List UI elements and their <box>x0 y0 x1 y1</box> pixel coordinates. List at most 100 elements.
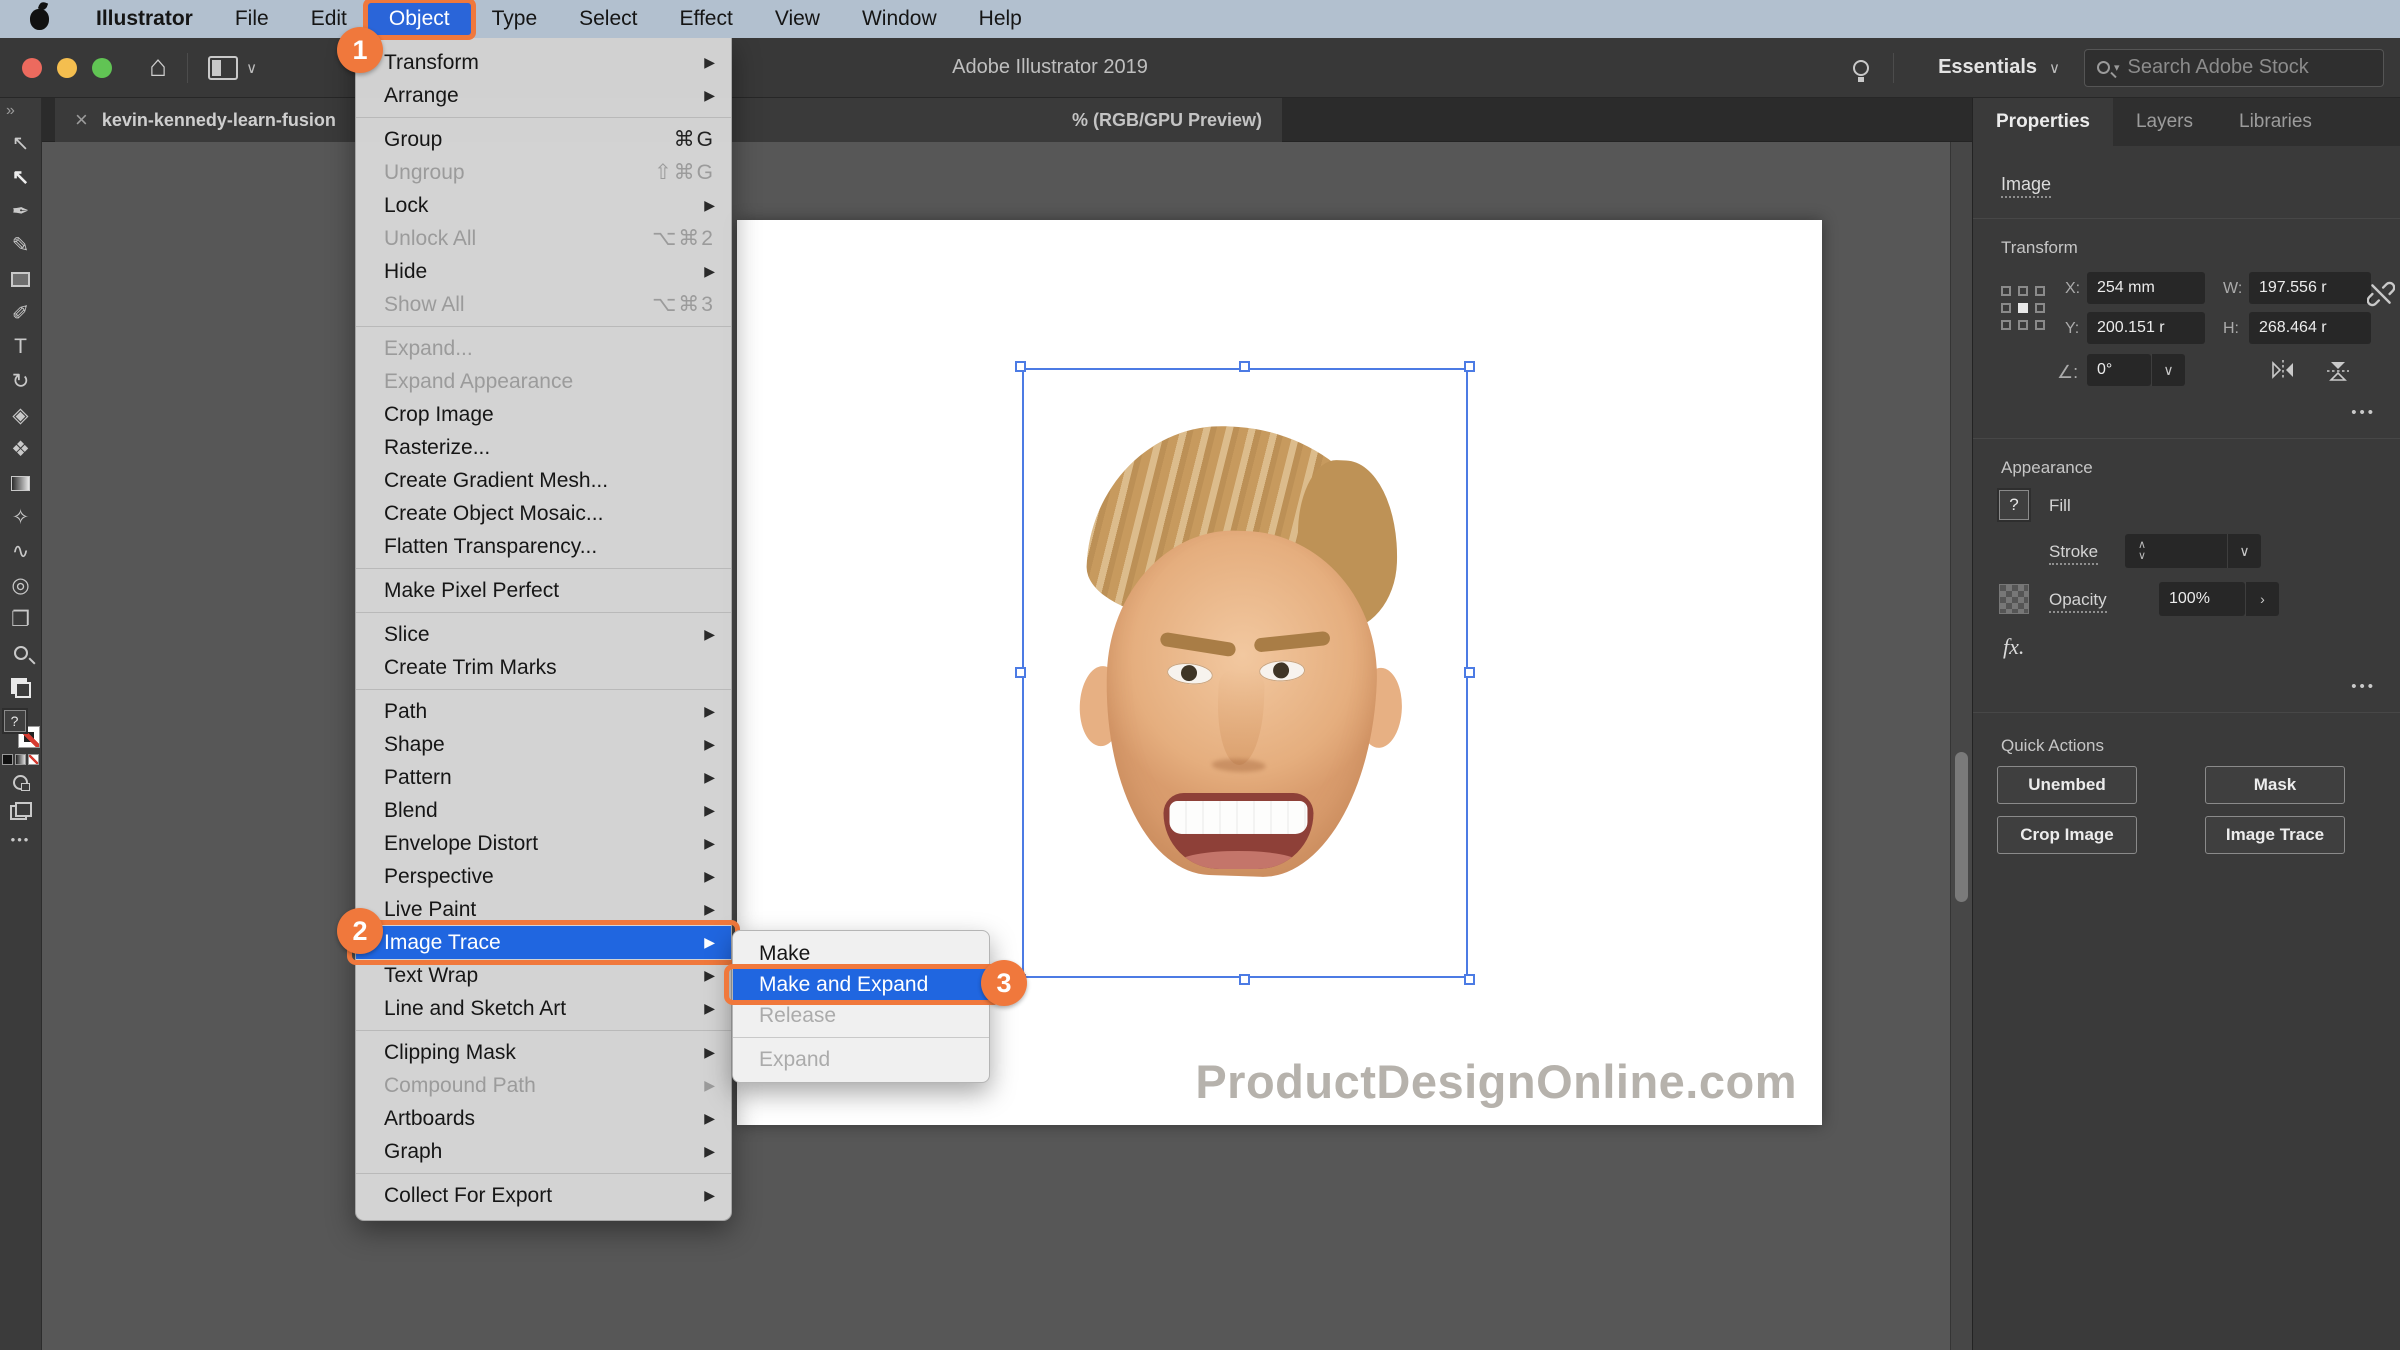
selection-handle-s[interactable] <box>1239 974 1250 985</box>
menu-illustrator[interactable]: Illustrator <box>75 3 214 35</box>
menu-item-pattern[interactable]: Pattern▶ <box>356 761 731 794</box>
menu-type[interactable]: Type <box>471 3 559 35</box>
apple-logo-icon[interactable] <box>30 9 49 30</box>
appearance-more-options[interactable]: ••• <box>2351 678 2376 695</box>
menu-item-collect-for-export[interactable]: Collect For Export▶ <box>356 1179 731 1212</box>
more-tools-icon[interactable]: ••• <box>11 832 31 847</box>
adobe-stock-search[interactable]: ▾ Search Adobe Stock <box>2084 49 2384 87</box>
collapse-panel-icon[interactable]: » <box>6 102 15 120</box>
opacity-options-button[interactable]: › <box>2245 582 2279 616</box>
menu-item-create-trim-marks[interactable]: Create Trim Marks <box>356 651 731 684</box>
menu-item-text-wrap[interactable]: Text Wrap▶ <box>356 959 731 992</box>
type-tool[interactable]: T <box>0 330 41 364</box>
menu-item-blend[interactable]: Blend▶ <box>356 794 731 827</box>
y-field[interactable]: 200.151 r <box>2087 312 2205 344</box>
chevron-down-icon[interactable]: ∨ <box>2049 59 2060 77</box>
canvas[interactable]: ProductDesignOnline.com <box>42 142 1950 1350</box>
selection-handle-ne[interactable] <box>1464 361 1475 372</box>
menu-item-make-pixel-perfect[interactable]: Make Pixel Perfect <box>356 574 731 607</box>
workspace-switcher[interactable]: Essentials <box>1938 56 2037 79</box>
selection-handle-n[interactable] <box>1239 361 1250 372</box>
fill-swatch[interactable]: ? <box>1999 490 2029 520</box>
menu-effect[interactable]: Effect <box>659 3 754 35</box>
stroke-weight-stepper[interactable]: ∧ ∨ <box>2125 534 2159 568</box>
zoom-tool[interactable] <box>0 636 41 670</box>
selection-handle-nw[interactable] <box>1015 361 1026 372</box>
menu-item-create-object-mosaic[interactable]: Create Object Mosaic... <box>356 497 731 530</box>
rectangle-tool[interactable] <box>0 262 41 296</box>
image-trace-button[interactable]: Image Trace <box>2205 816 2345 854</box>
mask-button[interactable]: Mask <box>2205 766 2345 804</box>
selection-handle-w[interactable] <box>1015 667 1026 678</box>
tab-libraries[interactable]: Libraries <box>2216 98 2335 146</box>
menu-item-artboards[interactable]: Artboards▶ <box>356 1102 731 1135</box>
opacity-field[interactable]: 100% <box>2159 582 2245 616</box>
menu-item-line-and-sketch-art[interactable]: Line and Sketch Art▶ <box>356 992 731 1025</box>
menu-item-group[interactable]: Group⌘G <box>356 123 731 156</box>
fill-stroke-indicator[interactable]: ? <box>4 710 38 744</box>
selection-handle-se[interactable] <box>1464 974 1475 985</box>
selection-handle-e[interactable] <box>1464 667 1475 678</box>
selection-tool[interactable]: ↖ <box>0 126 41 160</box>
canvas-vertical-scrollbar[interactable] <box>1950 142 1972 1350</box>
menu-object[interactable]: Object <box>368 3 471 35</box>
stroke-label[interactable]: Stroke <box>2049 542 2098 562</box>
menu-item-image-trace[interactable]: Image Trace▶ <box>356 926 731 959</box>
curvature-tool[interactable]: ✎ <box>0 228 41 262</box>
menu-view[interactable]: View <box>754 3 841 35</box>
rotation-dropdown[interactable]: ∨ <box>2151 354 2185 386</box>
zoom-window-button[interactable] <box>92 58 112 78</box>
menu-window[interactable]: Window <box>841 3 958 35</box>
screen-mode-button[interactable] <box>10 802 32 818</box>
workspace-layout-icon[interactable] <box>208 56 238 80</box>
effects-fx-button[interactable]: fx. <box>2003 634 2024 660</box>
draw-mode-button[interactable] <box>13 775 28 790</box>
menu-item-hide[interactable]: Hide▶ <box>356 255 731 288</box>
artboard-tool[interactable]: ❐ <box>0 602 41 636</box>
paintbrush-tool[interactable]: ✐ <box>0 296 41 330</box>
menu-item-live-paint[interactable]: Live Paint▶ <box>356 893 731 926</box>
menu-item-envelope-distort[interactable]: Envelope Distort▶ <box>356 827 731 860</box>
crop-image-button[interactable]: Crop Image <box>1997 816 2137 854</box>
width-tool[interactable]: ∿ <box>0 534 41 568</box>
lightbulb-icon[interactable] <box>1853 60 1869 76</box>
direct-selection-tool[interactable]: ↖ <box>0 160 41 194</box>
close-tab-icon[interactable]: × <box>75 107 88 133</box>
scrollbar-thumb[interactable] <box>1955 752 1968 902</box>
tab-properties[interactable]: Properties <box>1973 98 2113 146</box>
home-icon[interactable]: ⌂ <box>149 50 167 84</box>
menu-item-clipping-mask[interactable]: Clipping Mask▶ <box>356 1036 731 1069</box>
selected-image[interactable] <box>1022 368 1468 978</box>
constrain-proportions-icon[interactable] <box>2367 280 2395 308</box>
w-field[interactable]: 197.556 r <box>2249 272 2371 304</box>
close-window-button[interactable] <box>22 58 42 78</box>
tab-layers[interactable]: Layers <box>2113 98 2216 146</box>
menu-item-flatten-transparency[interactable]: Flatten Transparency... <box>356 530 731 563</box>
eyedropper-tool[interactable]: ✧ <box>0 500 41 534</box>
menu-item-shape[interactable]: Shape▶ <box>356 728 731 761</box>
menu-item-arrange[interactable]: Arrange▶ <box>356 79 731 112</box>
opacity-swatch[interactable] <box>1999 584 2029 614</box>
rotate-tool[interactable]: ↻ <box>0 364 41 398</box>
menu-file[interactable]: File <box>214 3 290 35</box>
menu-item-transform[interactable]: Transform▶ <box>356 46 731 79</box>
minimize-window-button[interactable] <box>57 58 77 78</box>
menu-item-lock[interactable]: Lock▶ <box>356 189 731 222</box>
workspace-chevron-icon[interactable]: ∨ <box>246 59 257 77</box>
x-field[interactable]: 254 mm <box>2087 272 2205 304</box>
menu-item-crop-image[interactable]: Crop Image <box>356 398 731 431</box>
shape-builder-tool[interactable]: ❖ <box>0 432 41 466</box>
eraser-tool[interactable]: ◈ <box>0 398 41 432</box>
swap-fill-stroke[interactable] <box>0 670 41 704</box>
opacity-label[interactable]: Opacity <box>2049 590 2107 610</box>
shaper-tool[interactable]: ◎ <box>0 568 41 602</box>
rotation-field[interactable]: 0° <box>2087 354 2151 386</box>
menu-select[interactable]: Select <box>558 3 658 35</box>
transform-more-options[interactable]: ••• <box>2351 404 2376 421</box>
submenu-item-make-and-expand[interactable]: Make and Expand <box>733 969 989 1000</box>
fill-label[interactable]: Fill <box>2049 496 2071 516</box>
stroke-weight-dropdown[interactable]: ∨ <box>2227 534 2261 568</box>
flip-vertical-icon[interactable] <box>2325 358 2351 384</box>
menu-item-path[interactable]: Path▶ <box>356 695 731 728</box>
color-mode-row[interactable] <box>2 754 39 765</box>
